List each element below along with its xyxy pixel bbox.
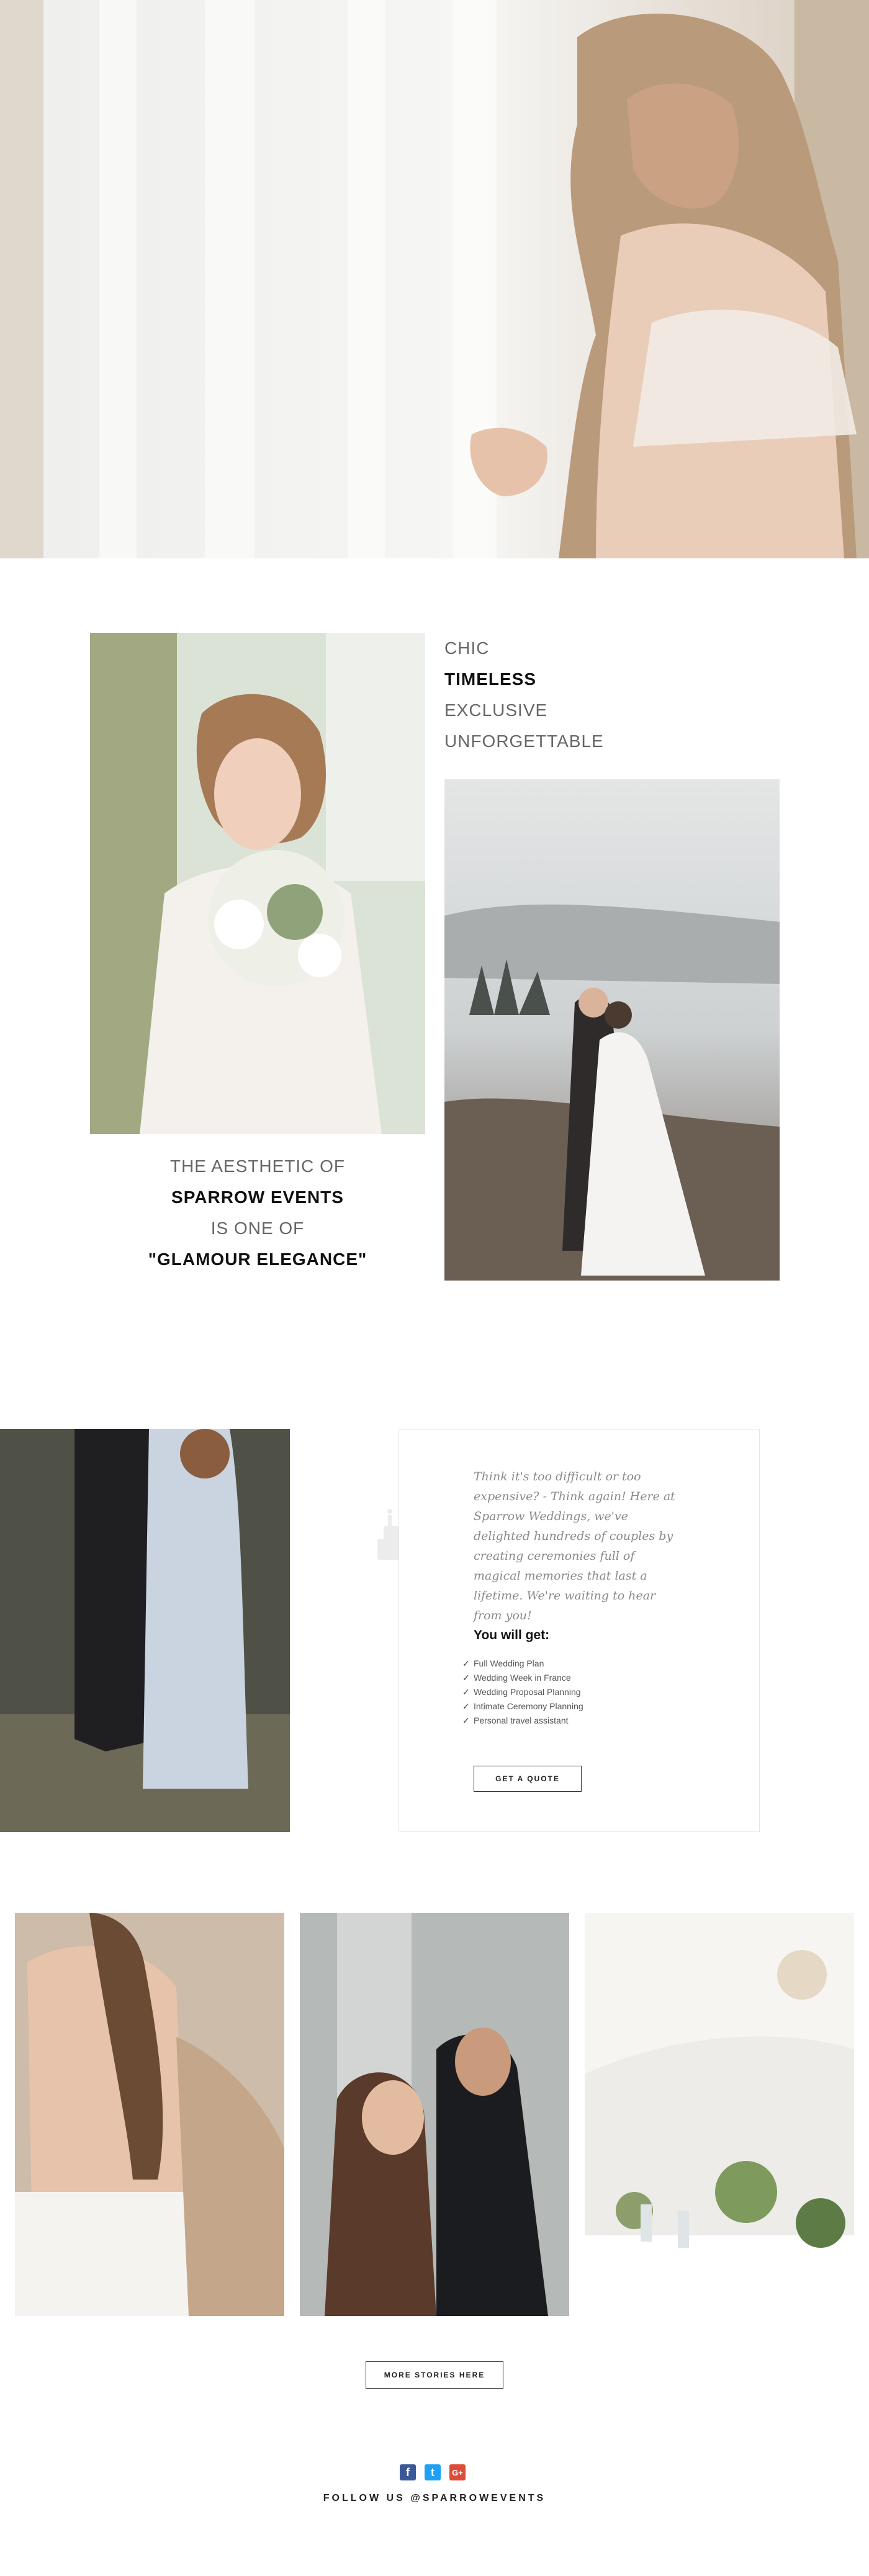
google-plus-icon[interactable]: G+ — [449, 2464, 466, 2480]
gallery-image-bride-back[interactable] — [15, 1913, 284, 2316]
benefit-item: ✓ Personal travel assistant — [462, 1714, 583, 1728]
benefit-item: ✓ Wedding Proposal Planning — [462, 1685, 583, 1699]
benefit-item: ✓ Intimate Ceremony Planning — [462, 1699, 583, 1714]
twitter-icon[interactable]: t — [425, 2464, 441, 2480]
follow-us-text: FOLLOW US @SPARROWEVENTS — [323, 2493, 546, 2503]
gallery-image-couple-kiss[interactable] — [300, 1913, 569, 2316]
get-a-quote-button[interactable]: GET A QUOTE — [474, 1766, 582, 1792]
keyword: TIMELESS — [444, 669, 537, 689]
facebook-icon[interactable]: f — [400, 2464, 416, 2480]
couple-holding-hands-image — [0, 1429, 290, 1832]
keyword-list: CHIC TIMELESS EXCLUSIVE UNFORGETTABLE — [444, 633, 780, 757]
benefit-label: Full Wedding Plan — [474, 1658, 544, 1668]
check-icon: ✓ — [462, 1673, 470, 1683]
check-icon: ✓ — [462, 1658, 470, 1668]
bride-bouquet-image — [90, 633, 425, 1134]
check-icon: ✓ — [462, 1701, 470, 1711]
quote-text: Think it's too difficult or too expensiv… — [474, 1470, 675, 1622]
check-icon: ✓ — [462, 1715, 470, 1725]
check-icon: ✓ — [462, 1687, 470, 1697]
gallery-image-table-decor[interactable] — [585, 1913, 854, 2316]
benefit-item: ✓ Full Wedding Plan — [462, 1657, 583, 1671]
more-stories-button[interactable]: MORE STORIES HERE — [366, 2361, 503, 2389]
benefit-item: ✓ Wedding Week in France — [462, 1671, 583, 1685]
social-links: f t G+ — [400, 2464, 466, 2480]
aesthetic-line: SPARROW EVENTS — [171, 1187, 344, 1207]
aesthetic-statement: THE AESTHETIC OF SPARROW EVENTS IS ONE O… — [90, 1151, 425, 1275]
couple-lake-image — [444, 779, 780, 1281]
aesthetic-line: IS ONE OF — [210, 1219, 305, 1238]
benefits-list: ✓ Full Wedding Plan ✓ Wedding Week in Fran… — [462, 1657, 583, 1728]
benefit-label: Intimate Ceremony Planning — [474, 1701, 583, 1711]
benefit-label: Personal travel assistant — [474, 1715, 569, 1725]
keyword: UNFORGETTABLE — [444, 731, 604, 751]
keyword: CHIC — [444, 638, 490, 658]
you-will-get-heading: You will get: — [474, 1628, 550, 1642]
hero-image — [0, 0, 869, 558]
keyword: EXCLUSIVE — [444, 700, 548, 720]
aesthetic-line: "GLAMOUR ELEGANCE" — [148, 1250, 367, 1269]
quote-card: Think it's too difficult or too expensiv… — [398, 1429, 760, 1832]
benefit-label: Wedding Week in France — [474, 1673, 571, 1683]
aesthetic-line: THE AESTHETIC OF — [169, 1156, 346, 1176]
benefit-label: Wedding Proposal Planning — [474, 1687, 581, 1697]
